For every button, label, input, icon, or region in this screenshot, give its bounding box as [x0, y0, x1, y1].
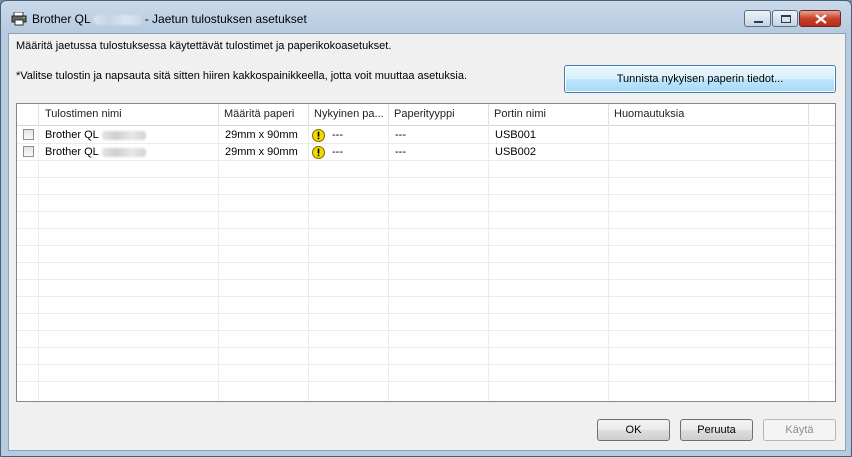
row-checkbox[interactable]	[23, 129, 34, 140]
port-cell: USB001	[495, 129, 536, 141]
grid-line	[17, 347, 835, 348]
grid-line	[218, 125, 219, 401]
grid-line	[17, 313, 835, 314]
column-printer-name[interactable]: Tulostimen nimi	[39, 104, 219, 125]
table-header: Tulostimen nimi Määritä paperi Nykyinen …	[17, 104, 835, 126]
printer-name-cell: Brother QL	[39, 127, 219, 144]
apply-button[interactable]: Käytä	[763, 419, 836, 441]
column-current-paper[interactable]: Nykyinen pa...	[309, 104, 389, 125]
grid-line	[388, 125, 389, 401]
ok-button[interactable]: OK	[597, 419, 670, 441]
description-text: Määritä jaetussa tulostuksessa käytettäv…	[16, 40, 392, 52]
redacted-model	[93, 14, 142, 25]
dialog-window: Brother QL - Jaetun tulostuksen asetukset…	[0, 0, 852, 457]
grid-line	[808, 125, 809, 401]
paper-cell: 29mm x 90mm	[225, 146, 298, 158]
grid-line	[17, 364, 835, 365]
printer-name: Brother QL	[45, 146, 99, 158]
minimize-icon	[754, 21, 763, 23]
maximize-icon	[781, 15, 791, 23]
port-cell: USB002	[495, 146, 536, 158]
close-button[interactable]	[799, 10, 841, 27]
hint-text: *Valitse tulostin ja napsauta sitä sitte…	[16, 70, 468, 82]
grid-line	[17, 211, 835, 212]
current-paper-value: ---	[332, 129, 343, 141]
title-suffix: - Jaetun tulostuksen asetukset	[144, 12, 307, 26]
redacted-model	[101, 130, 146, 140]
maximize-button[interactable]	[772, 10, 798, 27]
grid-line	[17, 381, 835, 382]
grid-line	[488, 125, 489, 401]
title-bar[interactable]: Brother QL - Jaetun tulostuksen asetukset	[1, 1, 851, 33]
grid-line	[38, 125, 39, 401]
warning-icon	[312, 128, 325, 142]
printer-name: Brother QL	[45, 129, 99, 141]
current-paper-cell: ---	[309, 144, 389, 161]
column-port-name[interactable]: Portin nimi	[489, 104, 609, 125]
cancel-button[interactable]: Peruuta	[680, 419, 753, 441]
grid-line	[17, 194, 835, 195]
grid-line	[17, 330, 835, 331]
paper-cell: 29mm x 90mm	[225, 129, 298, 141]
grid-line	[308, 125, 309, 401]
window-title: Brother QL - Jaetun tulostuksen asetukset	[32, 12, 307, 26]
close-icon	[815, 14, 827, 24]
printer-icon	[11, 12, 27, 26]
dialog-client: Määritä jaetussa tulostuksessa käytettäv…	[8, 33, 846, 451]
paper-type-cell: ---	[395, 129, 406, 141]
redacted-model	[101, 147, 146, 157]
printer-table[interactable]: Tulostimen nimi Määritä paperi Nykyinen …	[16, 103, 836, 402]
detect-paper-button[interactable]: Tunnista nykyisen paperin tiedot...	[564, 65, 836, 93]
printer-name-cell: Brother QL	[39, 144, 219, 161]
column-paper-type[interactable]: Paperityyppi	[389, 104, 489, 125]
grid-line	[17, 279, 835, 280]
grid-line	[17, 245, 835, 246]
notes-cell	[609, 127, 809, 144]
paper-type-cell: ---	[395, 146, 406, 158]
column-paper[interactable]: Määritä paperi	[219, 104, 309, 125]
grid-line	[17, 177, 835, 178]
notes-cell	[609, 144, 809, 161]
column-filler	[809, 104, 835, 125]
current-paper-cell: ---	[309, 127, 389, 144]
column-notes[interactable]: Huomautuksia	[609, 104, 809, 125]
current-paper-value: ---	[332, 146, 343, 158]
title-prefix: Brother QL	[32, 12, 91, 26]
table-row[interactable]: Brother QL 29mm x 90mm --- --- USB002	[17, 144, 835, 161]
row-checkbox[interactable]	[23, 146, 34, 157]
minimize-button[interactable]	[744, 10, 771, 27]
grid-line	[17, 262, 835, 263]
grid-line	[608, 125, 609, 401]
table-row[interactable]: Brother QL 29mm x 90mm --- --- USB001	[17, 127, 835, 144]
warning-icon	[312, 145, 325, 159]
grid-line	[17, 228, 835, 229]
checkbox-column-header[interactable]	[17, 104, 39, 125]
grid-line	[17, 296, 835, 297]
